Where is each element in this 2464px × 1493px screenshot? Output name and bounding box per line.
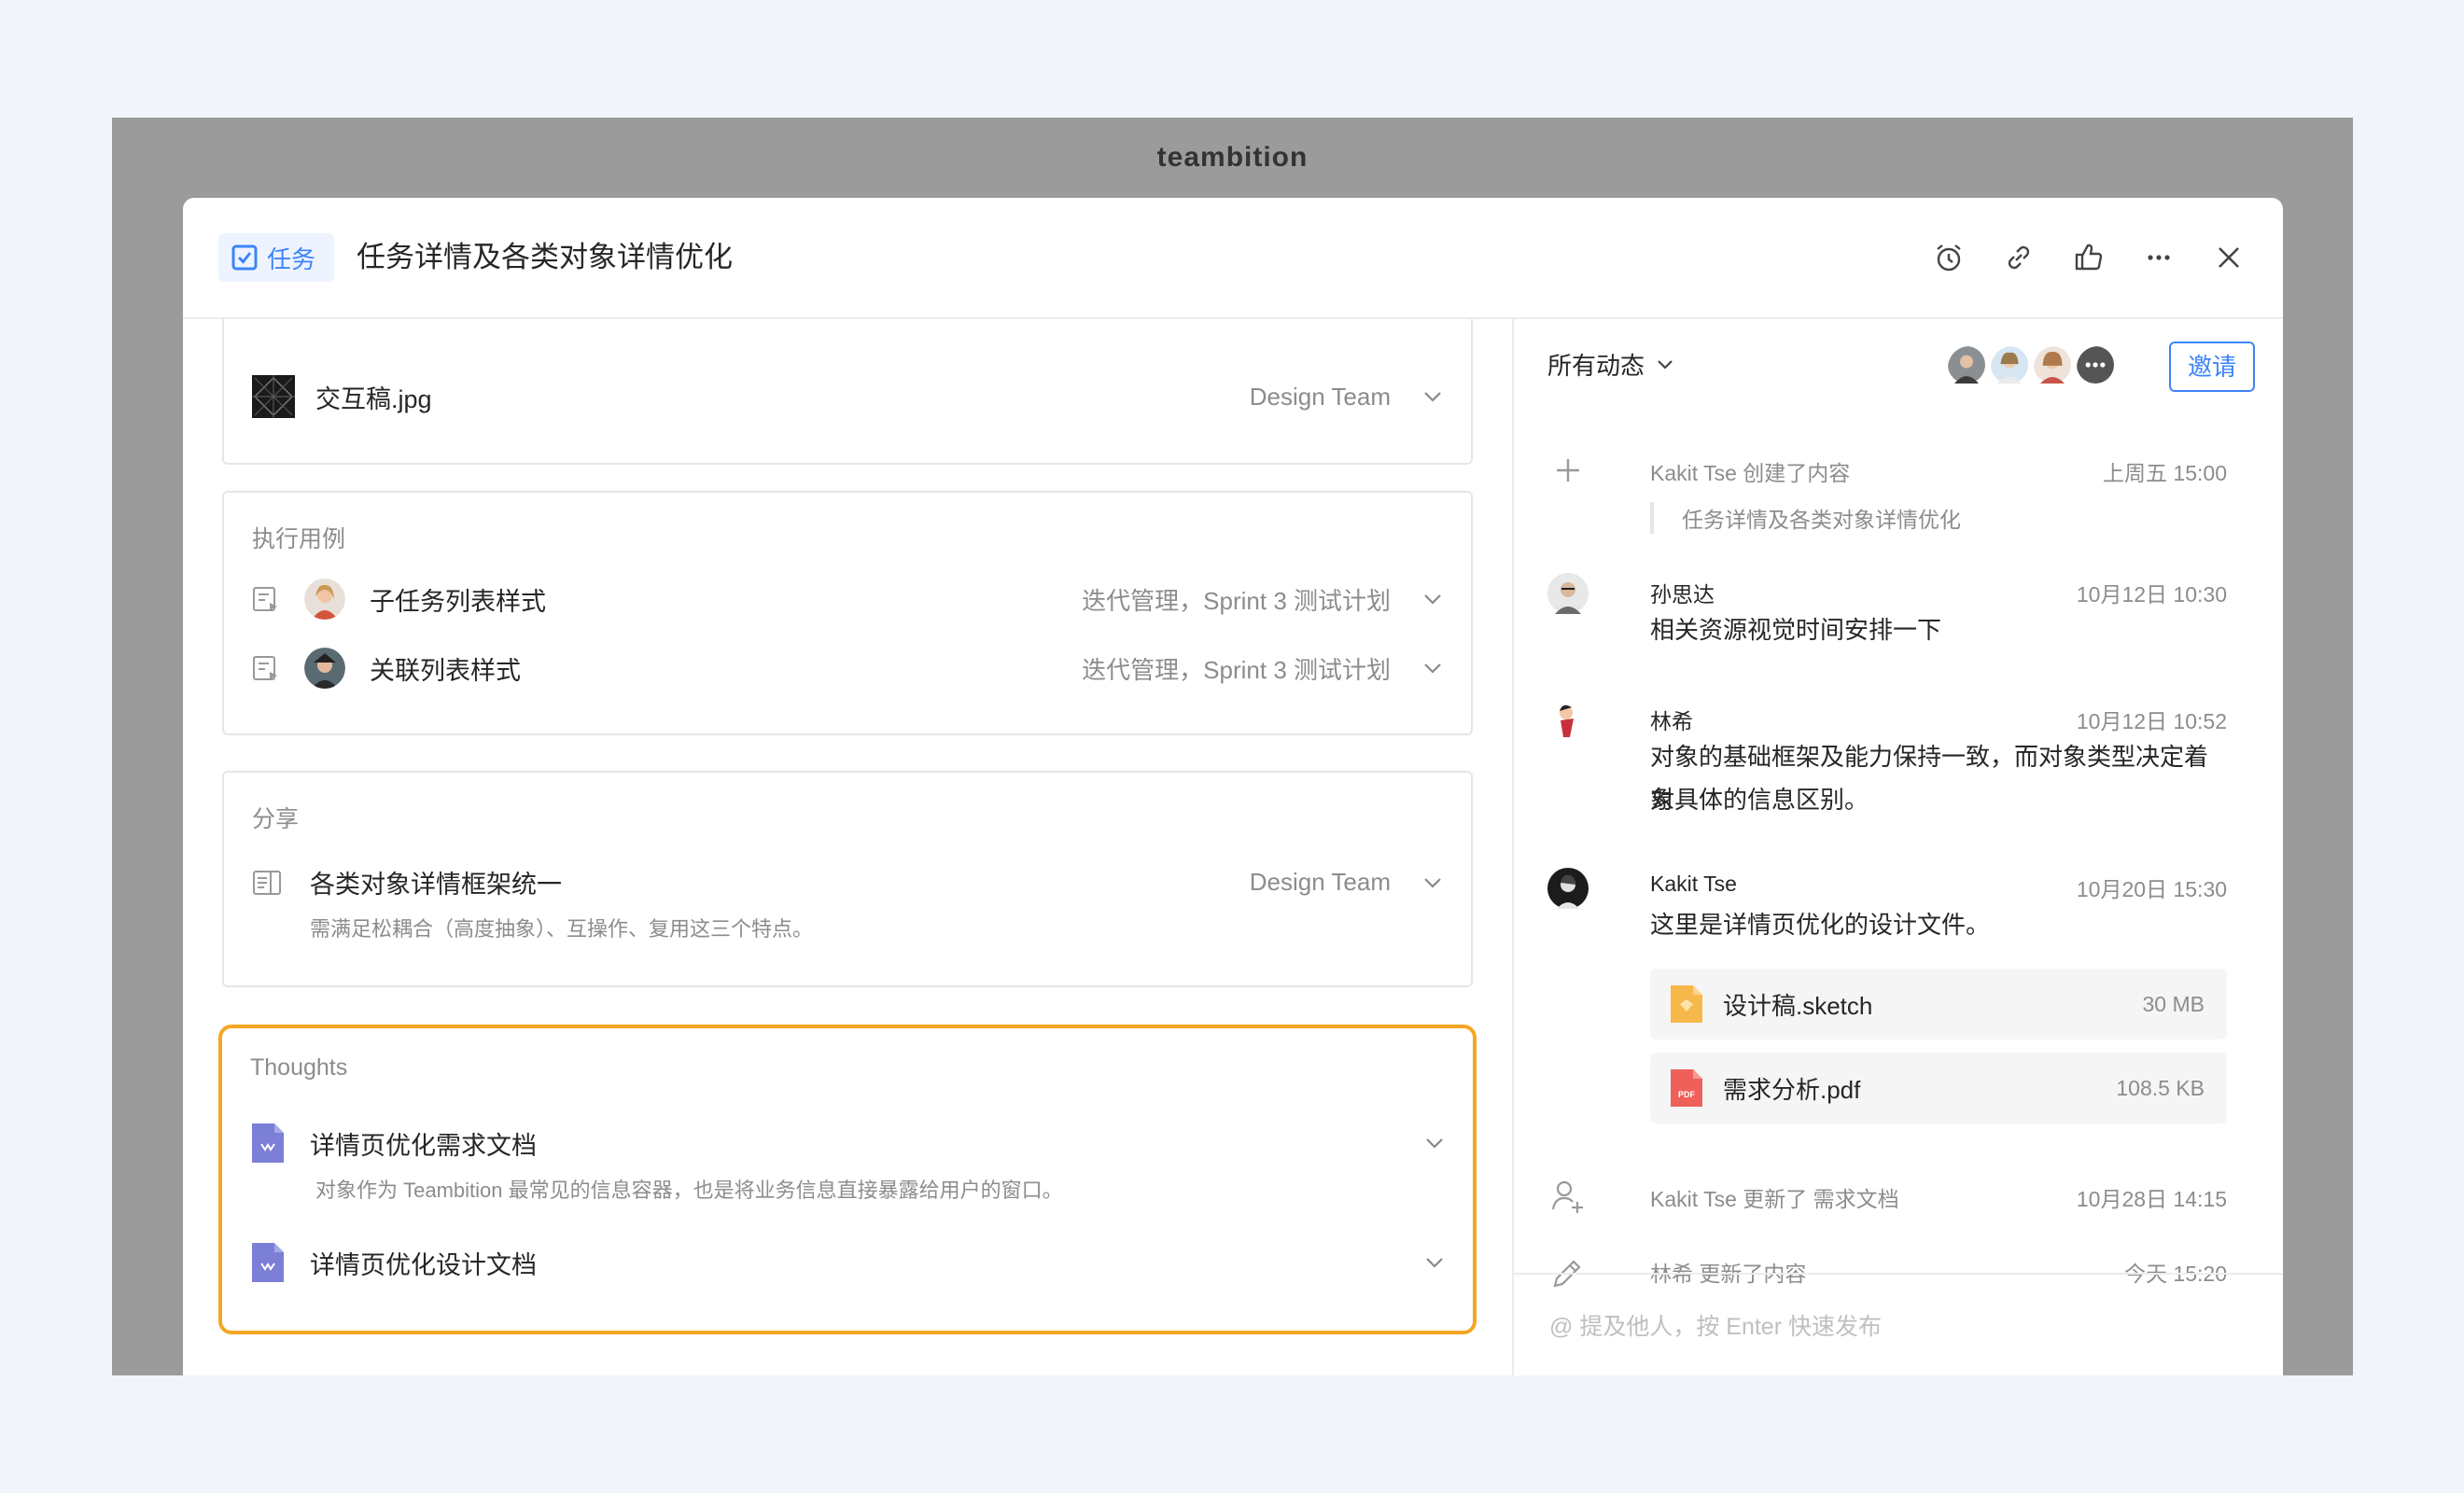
activity-time: 10月12日 10:30 [2076,582,2227,607]
activity-actor: Kakit Tse 更新了 需求文档 [1650,1187,1899,1211]
activity-time: 10月28日 14:15 [2076,1187,2227,1211]
file-size: 30 MB [2142,991,2205,1016]
activity-time: 10月12日 10:52 [2076,709,2227,733]
svg-text:PDF: PDF [1678,1090,1696,1099]
plus-icon [1557,459,1579,481]
task-type-label: 任务 [267,244,316,273]
attachment-card: 交互稿.jpg Design Team [222,319,1473,465]
test-case-name: 关联列表样式 [370,656,521,685]
activity-filter-label: 所有动态 [1547,352,1645,380]
activity-item: Kakit Tse 创建了内容 上周五 15:00 任务详情及各类对象详情优化 [1547,450,2227,543]
document-icon [252,1243,284,1282]
activity-item: Kakit Tse 10月20日 15:30 这里是详情页优化的设计文件。 设计… [1547,868,2227,1138]
test-case-meta: 迭代管理，Sprint 3 测试计划 [1082,655,1391,684]
share-name: 各类对象详情框架统一 [310,871,562,899]
thoughts-label: Thoughts [250,1054,348,1081]
share-team: Design Team [1249,868,1391,896]
test-case-icon [253,656,277,680]
task-content-pane[interactable]: 交互稿.jpg Design Team 执行用例 子任务列表样式 迭代管理，Sp… [183,319,1512,1375]
task-type-tag[interactable]: 任务 [218,233,335,282]
activity-comment-line: 象具体的信息区别。 [1650,786,1869,814]
chevron-down-icon[interactable] [1424,1133,1445,1153]
activity-quote: 任务详情及各类对象详情优化 [1650,502,1961,534]
task-title[interactable]: 任务详情及各类对象详情优化 [357,235,733,280]
task-checkbox-icon [231,244,258,271]
attachment-name: 交互稿.jpg [315,384,432,413]
chevron-down-icon [1658,359,1673,370]
activity-comment: 这里是详情页优化的设计文件。 [1650,911,1991,939]
share-row[interactable]: 各类对象详情框架统一 Design Team [252,864,1443,900]
share-label: 分享 [252,806,300,832]
thoughts-name: 详情页优化需求文档 [310,1131,537,1160]
sketch-file-icon [1671,985,1702,1023]
activity-item: 林希 10月12日 10:52 对象的基础框架及能力保持一致，而对象类型决定着对… [1547,700,2227,830]
file-attachment[interactable]: 设计稿.sketch 30 MB [1650,969,2227,1040]
activity-filter[interactable]: 所有动态 [1547,347,1674,382]
chevron-down-icon[interactable] [1422,589,1443,609]
activity-time: 上周五 15:00 [2103,461,2227,485]
test-case-row[interactable]: 子任务列表样式 迭代管理，Sprint 3 测试计划 [252,579,1443,620]
thoughts-name: 详情页优化设计文档 [310,1250,537,1279]
activity-item: Kakit Tse 更新了 需求文档 10月28日 14:15 [1547,1176,2227,1222]
thoughts-row[interactable]: 详情页优化需求文档 [250,1122,1445,1165]
share-description: 需满足松耦合（高度抽象）、互操作、复用这三个特点。 [310,917,814,941]
file-attachment[interactable]: PDF 需求分析.pdf 108.5 KB [1650,1053,2227,1123]
activity-time: 10月20日 15:30 [2076,877,2227,901]
more-icon[interactable] [2138,233,2179,282]
chevron-down-icon[interactable] [1424,1252,1445,1273]
activity-actor: 林希 [1650,709,1693,733]
avatar [304,648,345,689]
avatar [2031,343,2079,392]
chevron-down-icon[interactable] [1422,386,1443,407]
avatar [304,579,345,620]
comment-composer[interactable]: @ 提及他人，按 Enter 快速发布 [1514,1273,2283,1375]
app-window: teambition 任务 任务详情及各类对象详情优化 交互稿.jpg Desi… [112,118,2353,1375]
thoughts-description: 对象作为 Teambition 最常见的信息容器，也是将业务信息直接暴露给用户的… [315,1179,1063,1202]
test-case-icon [253,587,277,611]
avatar [1547,573,1589,614]
app-title: teambition [1156,142,1309,173]
attachment-row[interactable]: 交互稿.jpg Design Team [252,375,1443,418]
test-case-name: 子任务列表样式 [370,587,546,616]
thoughts-card: Thoughts 详情页优化需求文档 对象作为 Teambition 最常见的信… [218,1025,1477,1334]
attachment-team: Design Team [1249,382,1391,411]
test-cases-label: 执行用例 [252,526,346,552]
chevron-down-icon[interactable] [1422,872,1443,893]
test-case-row[interactable]: 关联列表样式 迭代管理，Sprint 3 测试计划 [252,648,1443,689]
activity-actor: Kakit Tse [1650,872,1737,896]
user-add-icon [1551,1180,1583,1213]
pdf-file-icon: PDF [1671,1069,1702,1107]
more-members-icon [2074,343,2122,392]
composer-placeholder: @ 提及他人，按 Enter 快速发布 [1549,1314,1882,1340]
task-detail-modal: 任务 任务详情及各类对象详情优化 交互稿.jpg Design Team 执行用… [183,198,2283,1375]
thumbs-up-icon[interactable] [2068,233,2109,282]
modal-header: 任务 任务详情及各类对象详情优化 [183,198,2283,319]
avatar [1547,700,1589,741]
image-thumbnail-icon [252,375,295,418]
activity-comment: 相关资源视觉时间安排一下 [1650,616,1942,644]
link-icon[interactable] [1998,233,2039,282]
activity-item: 孙思达 10月12日 10:30 相关资源视觉时间安排一下 [1547,573,2227,666]
avatar [1547,868,1589,909]
close-icon[interactable] [2208,233,2249,282]
chevron-down-icon[interactable] [1422,658,1443,678]
activity-actor: Kakit Tse 创建了内容 [1650,461,1851,485]
invite-button[interactable]: 邀请 [2169,342,2255,392]
test-case-meta: 迭代管理，Sprint 3 测试计划 [1082,586,1391,615]
alarm-icon[interactable] [1928,233,1969,282]
activity-pane: 所有动态 邀请 Kakit Tse 创建了内容 上周五 15:00 任务详情及各… [1514,319,2283,1375]
share-card: 分享 各类对象详情框架统一 Design Team 需满足松耦合（高度抽象）、互… [222,771,1473,987]
members-avatars[interactable] [1945,343,2122,392]
page-icon [253,870,281,895]
file-name: 需求分析.pdf [1723,1075,1861,1104]
thoughts-row[interactable]: 详情页优化设计文档 [250,1241,1445,1284]
activity-actor: 孙思达 [1650,582,1715,607]
file-size: 108.5 KB [2116,1075,2205,1100]
test-cases-card: 执行用例 子任务列表样式 迭代管理，Sprint 3 测试计划 关联列表样式 迭… [222,491,1473,735]
file-name: 设计稿.sketch [1723,991,1873,1020]
avatar [1945,343,1994,392]
document-icon [252,1123,284,1163]
avatar [1988,343,2037,392]
